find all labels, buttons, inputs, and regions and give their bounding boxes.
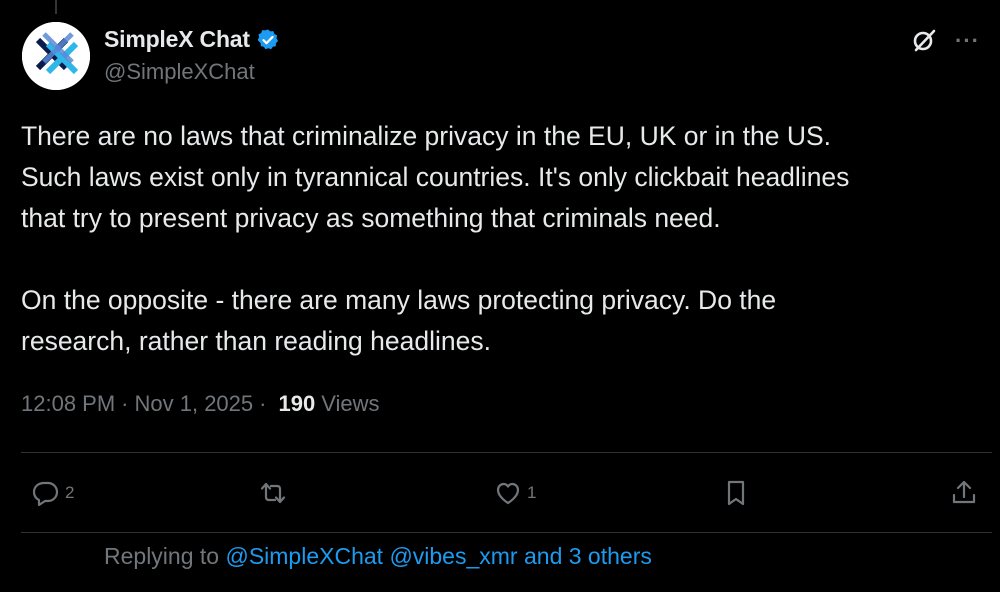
more-icon[interactable]: ··· — [955, 30, 980, 52]
share-button[interactable] — [949, 478, 979, 508]
post-paragraph-2: On the opposite - there are many laws pr… — [21, 285, 777, 356]
replying-prefix: Replying to — [104, 543, 220, 569]
post-meta: 12:08 PM · Nov 1, 2025 · 190 Views — [21, 391, 379, 417]
reply-context: Replying to @SimpleXChat @vibes_xmr and … — [104, 543, 652, 570]
share-icon — [952, 480, 976, 504]
meta-separator: · — [259, 391, 267, 416]
action-bar: 2 1 — [21, 458, 992, 530]
post-date[interactable]: Nov 1, 2025 — [135, 391, 254, 417]
header-actions: ··· — [909, 26, 980, 56]
mention-link[interactable]: @SimpleXChat — [225, 543, 383, 569]
reply-icon — [32, 481, 59, 507]
thread-connector-line — [55, 0, 57, 14]
reply-count: 2 — [65, 483, 75, 502]
repost-button[interactable] — [258, 478, 292, 508]
meta-separator: · — [121, 391, 129, 416]
like-button[interactable]: 1 — [493, 478, 536, 508]
divider — [21, 532, 992, 533]
simplex-logo-icon — [22, 22, 90, 90]
post-paragraph-1: There are no laws that criminalize priva… — [21, 121, 850, 233]
post-header: SimpleX Chat @SimpleXChat ··· — [20, 18, 988, 98]
like-icon — [496, 482, 520, 505]
bookmark-button[interactable] — [721, 478, 751, 508]
like-count: 1 — [527, 483, 537, 502]
others-link[interactable]: and 3 others — [524, 543, 652, 569]
author-names: SimpleX Chat @SimpleXChat — [104, 26, 280, 85]
mention-link[interactable]: @vibes_xmr — [389, 543, 517, 569]
repost-icon — [260, 482, 286, 504]
divider — [21, 452, 992, 453]
post-time[interactable]: 12:08 PM — [21, 391, 115, 417]
verified-badge-icon — [257, 29, 278, 49]
display-name-row[interactable]: SimpleX Chat — [104, 26, 280, 53]
views-label: Views — [321, 391, 380, 416]
display-name[interactable]: SimpleX Chat — [104, 26, 250, 53]
author-handle[interactable]: @SimpleXChat — [104, 59, 280, 85]
views-count: 190 — [278, 391, 316, 416]
post-text: There are no laws that criminalize priva… — [21, 116, 981, 362]
bookmark-icon — [727, 480, 745, 506]
reply-button[interactable]: 2 — [31, 478, 74, 508]
grok-icon[interactable] — [909, 26, 939, 56]
avatar[interactable] — [22, 22, 90, 90]
